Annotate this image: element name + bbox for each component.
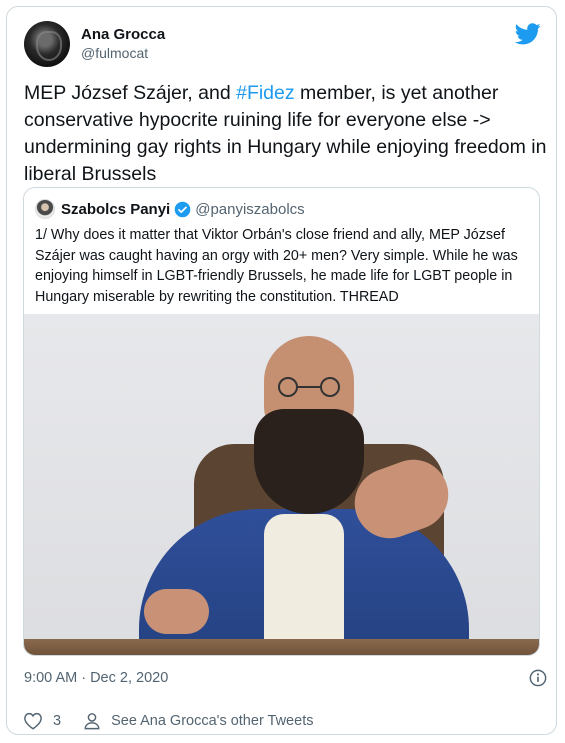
info-icon[interactable] (529, 669, 547, 687)
quoted-author-avatar (35, 199, 55, 219)
tweet-actions: 3 See Ana Grocca's other Tweets (23, 710, 313, 732)
photo-beard (254, 409, 364, 514)
tweet-body: MEP József Szájer, and #Fidez member, is… (24, 80, 549, 188)
author-display-name[interactable]: Ana Grocca (81, 25, 165, 44)
other-tweets-link[interactable]: See Ana Grocca's other Tweets (111, 713, 313, 729)
embedded-tweet-card: Ana Grocca @fulmocat MEP József Szájer, … (6, 6, 557, 735)
tweet-header: Ana Grocca @fulmocat (24, 21, 541, 69)
quoted-tweet-photo[interactable] (24, 314, 539, 655)
quoted-author-display-name: Szabolcs Panyi (61, 200, 171, 218)
tweet-text-part: MEP József Szájer, and (24, 82, 237, 104)
author-handle[interactable]: @fulmocat (81, 44, 165, 63)
hashtag-link[interactable]: #Fidez (236, 82, 295, 104)
photo-glasses (278, 377, 340, 397)
author-names[interactable]: Ana Grocca @fulmocat (81, 25, 165, 63)
twitter-bird-icon[interactable] (515, 23, 541, 45)
like-count[interactable]: 3 (53, 713, 61, 729)
quoted-author-handle: @panyiszabolcs (195, 200, 305, 218)
quoted-tweet[interactable]: Szabolcs Panyi @panyiszabolcs 1/ Why doe… (23, 187, 540, 656)
photo-hand-left (144, 589, 209, 634)
author-avatar[interactable] (24, 21, 70, 67)
heart-icon[interactable] (23, 712, 43, 730)
person-icon[interactable] (83, 712, 101, 730)
tweet-timestamp[interactable]: 9:00 AM · Dec 2, 2020 (24, 670, 168, 686)
quoted-tweet-text: 1/ Why does it matter that Viktor Orbán'… (35, 227, 518, 305)
photo-shirt (264, 514, 344, 655)
photo-table (24, 639, 539, 655)
quoted-tweet-header: Szabolcs Panyi @panyiszabolcs (35, 198, 305, 220)
verified-badge-icon (174, 201, 191, 217)
